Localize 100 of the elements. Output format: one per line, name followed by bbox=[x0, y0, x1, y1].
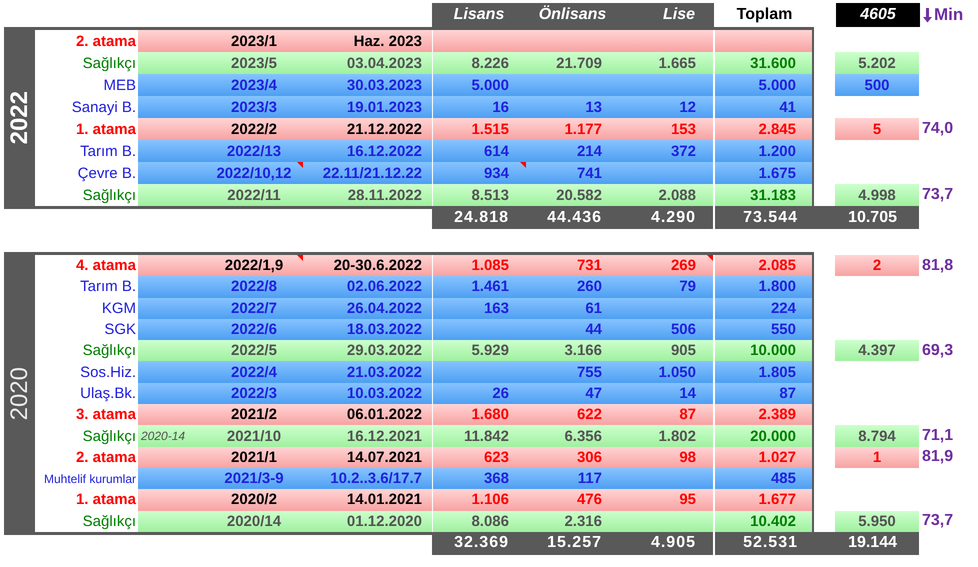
table-cell: 16.12.2021 bbox=[346, 428, 422, 444]
table-cell: 1.680 bbox=[471, 407, 509, 422]
table-cell: 20.582 bbox=[556, 188, 602, 202]
table-cell: 2021/3-9 bbox=[224, 471, 284, 486]
table-cell: 98 bbox=[679, 450, 696, 465]
table-cell: 153 bbox=[670, 122, 696, 136]
row-label: 1. atama bbox=[76, 122, 136, 136]
row-label: Sağlıkçı bbox=[82, 428, 136, 444]
row-label: 4. atama bbox=[76, 258, 136, 274]
table-cell: 26.04.2022 bbox=[346, 300, 422, 316]
table-cell: 30.03.2023 bbox=[346, 78, 422, 92]
total-cell-text: 24.818 bbox=[454, 208, 509, 228]
min-cell: 500 bbox=[835, 74, 919, 96]
table-cell: 2022/4 bbox=[231, 364, 277, 380]
table-cell: 2.085 bbox=[758, 258, 796, 274]
table-cell: 03.04.2023 bbox=[346, 56, 422, 70]
column-header: Toplam bbox=[736, 5, 792, 25]
note-text: 2020-14 bbox=[141, 430, 186, 442]
table-cell: 20-30.6.2022 bbox=[334, 258, 422, 274]
table-cell: 372 bbox=[670, 144, 696, 158]
total-cell-text: 52.531 bbox=[743, 533, 798, 554]
min-cell: 8.794 bbox=[835, 425, 919, 447]
table-cell: 06.01.2022 bbox=[346, 407, 422, 422]
table-cell: 1.677 bbox=[758, 492, 796, 508]
table-cell: 8.226 bbox=[471, 56, 509, 70]
table-cell: 02.06.2022 bbox=[346, 279, 422, 294]
table-cell: 905 bbox=[670, 343, 696, 358]
table-cell: 2022/13 bbox=[226, 144, 282, 158]
total-cell-text: 32.369 bbox=[454, 533, 509, 554]
table-cell: 1.461 bbox=[471, 279, 509, 294]
row-label: Çevre B. bbox=[78, 166, 136, 180]
min-cell: 5.950 bbox=[835, 510, 919, 532]
table-cell: 2023/3 bbox=[231, 100, 277, 114]
table-cell: 2023/5 bbox=[231, 56, 277, 70]
table-cell: 87 bbox=[779, 386, 796, 401]
table-cell: 2022/1,9 bbox=[224, 258, 284, 274]
table-cell: 1.665 bbox=[658, 56, 696, 70]
total-cell-text: 4.290 bbox=[650, 208, 696, 228]
table-cell: 14.01.2021 bbox=[346, 492, 422, 508]
table-cell: 8.086 bbox=[471, 514, 509, 529]
table-cell: 485 bbox=[770, 471, 796, 486]
score-text: 73,7 bbox=[922, 513, 954, 530]
table-cell: 29.03.2022 bbox=[346, 343, 422, 358]
table-cell: 163 bbox=[484, 300, 509, 316]
table-cell: 269 bbox=[670, 258, 696, 274]
table-cell: 79 bbox=[679, 279, 696, 294]
row-label: 2. atama bbox=[76, 450, 136, 465]
table-cell: 19.01.2023 bbox=[346, 100, 422, 114]
row-label: Ulaş.Bk. bbox=[80, 386, 136, 401]
total-cell-text: 19.144 bbox=[848, 533, 897, 554]
table-cell: 550 bbox=[770, 322, 796, 338]
table-cell: 26 bbox=[492, 386, 509, 401]
year-label: 2020 bbox=[4, 366, 34, 420]
row-label: Muhtelif kurumlar bbox=[44, 472, 136, 485]
table-cell: 623 bbox=[484, 450, 509, 465]
column-header: Lise bbox=[662, 5, 695, 25]
row-label: SGK bbox=[104, 322, 136, 338]
table-cell: 41 bbox=[779, 100, 796, 114]
down-arrow-icon bbox=[923, 7, 932, 23]
total-cell-text: 44.436 bbox=[547, 208, 602, 228]
table-cell: 44 bbox=[585, 322, 602, 338]
table-cell: 1.027 bbox=[758, 450, 796, 465]
min-cell: 5 bbox=[835, 118, 919, 140]
score-text: 81,9 bbox=[922, 449, 954, 466]
table-cell: 5.929 bbox=[471, 343, 509, 358]
table-cell: 2021/10 bbox=[226, 428, 282, 444]
table-cell: 2023/1 bbox=[231, 34, 277, 48]
table-cell: 31.183 bbox=[750, 188, 796, 202]
table-cell: 5.000 bbox=[758, 78, 796, 92]
table-cell: 2022/11 bbox=[227, 188, 281, 202]
table-cell: 2022/7 bbox=[231, 300, 277, 316]
table-cell: 1.085 bbox=[471, 258, 509, 274]
table-cell: 1.805 bbox=[758, 364, 796, 380]
table-cell: 20.000 bbox=[750, 428, 796, 444]
table-cell: 01.12.2020 bbox=[346, 514, 422, 529]
row-label: KGM bbox=[102, 300, 136, 316]
table-cell: 31.600 bbox=[750, 56, 796, 70]
total-cell-text: 73.544 bbox=[743, 208, 798, 228]
table-cell: 1.106 bbox=[471, 492, 509, 508]
table-cell: 2022/8 bbox=[231, 279, 277, 294]
table-cell: 2022/5 bbox=[231, 343, 277, 358]
table-cell: 2022/3 bbox=[231, 386, 277, 401]
table-cell: 3.166 bbox=[564, 343, 602, 358]
table-cell: 476 bbox=[576, 492, 602, 508]
table-cell: 224 bbox=[770, 300, 796, 316]
row-label: Sağlıkçı bbox=[82, 343, 136, 358]
row-label: Sanayi B. bbox=[72, 100, 136, 114]
table-cell: 1.200 bbox=[758, 144, 796, 158]
table-cell: 8.513 bbox=[471, 188, 509, 202]
table-cell: 2020/14 bbox=[226, 514, 282, 529]
table-cell: 117 bbox=[578, 471, 602, 486]
score-text: 73,7 bbox=[922, 187, 954, 203]
table-cell: 61 bbox=[585, 300, 602, 316]
table-cell: 95 bbox=[679, 492, 696, 508]
row-label: Sos.Hiz. bbox=[80, 364, 136, 380]
min-cell: 1 bbox=[835, 446, 919, 468]
column-header: Lisans bbox=[454, 5, 504, 25]
table-cell: 13 bbox=[585, 100, 602, 114]
table-cell: Haz. 2023 bbox=[354, 34, 422, 48]
row-label: MEB bbox=[103, 78, 136, 92]
